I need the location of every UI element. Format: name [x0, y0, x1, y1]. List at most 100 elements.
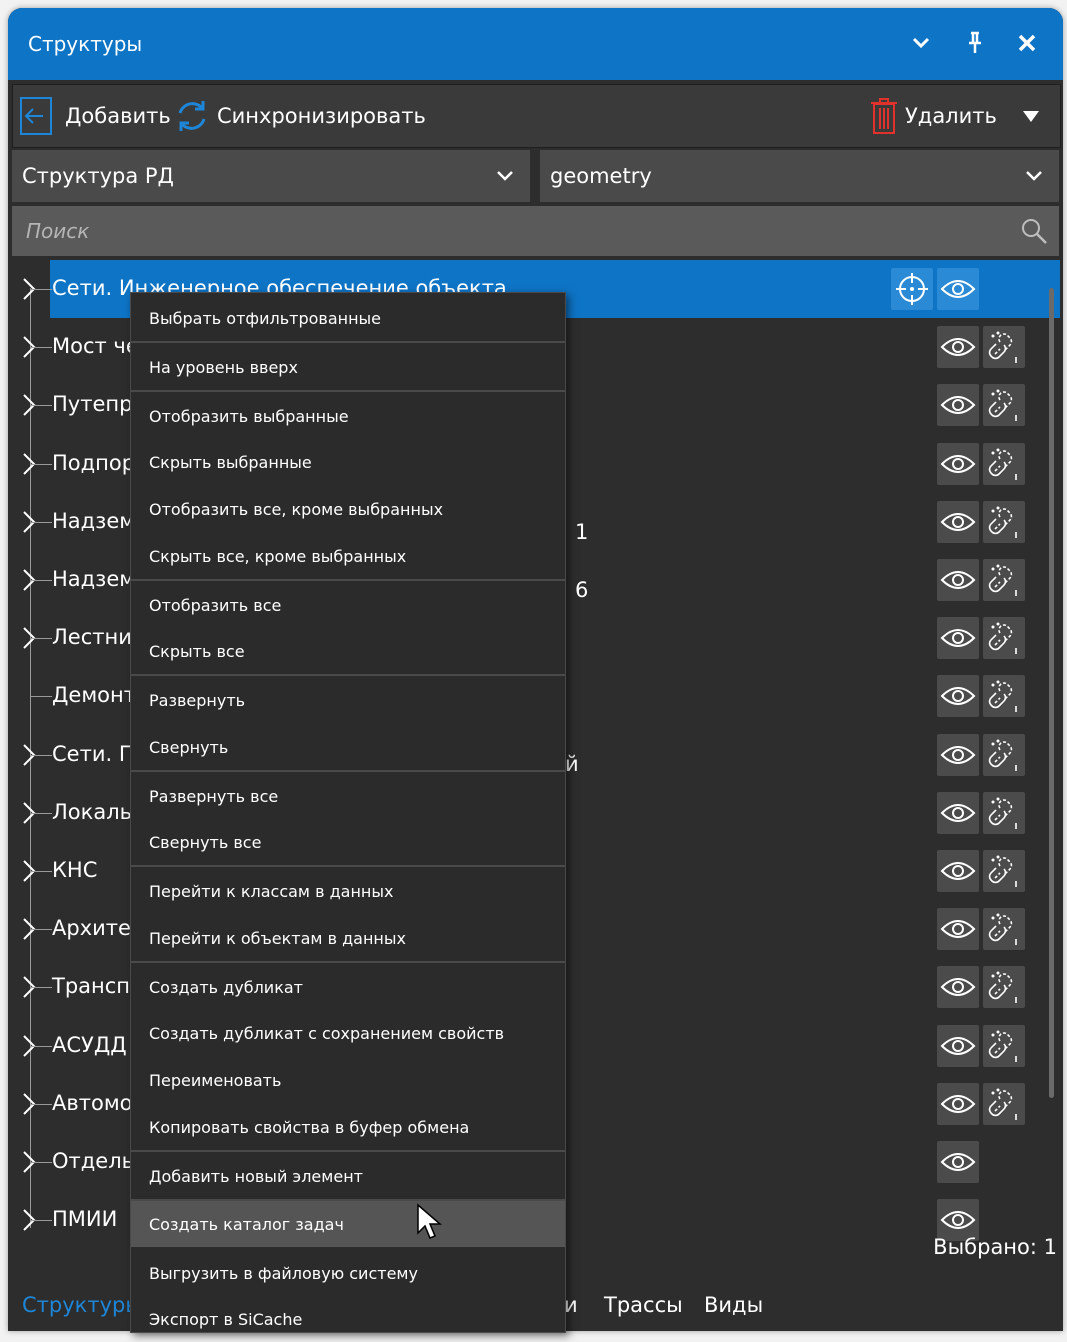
link-button[interactable]	[983, 443, 1025, 485]
context-menu-item[interactable]: Перейти к объектам в данных	[131, 915, 565, 961]
toolbar-menu-button[interactable]	[1021, 95, 1041, 137]
visibility-toggle[interactable]	[937, 908, 979, 950]
focus-button[interactable]	[891, 268, 933, 310]
scrollbar[interactable]	[1049, 288, 1054, 1098]
tree-branch-line	[30, 871, 52, 872]
link-button[interactable]	[983, 559, 1025, 601]
collapse-button[interactable]	[906, 26, 936, 60]
context-menu-item[interactable]: Свернуть все	[131, 819, 565, 865]
context-menu-item[interactable]: Отобразить выбранные	[131, 393, 565, 439]
link-button[interactable]	[983, 675, 1025, 717]
link-button[interactable]	[983, 384, 1025, 426]
context-menu-item[interactable]: Добавить новый элемент	[131, 1153, 565, 1199]
geometry-select[interactable]: geometry	[540, 150, 1059, 202]
context-menu-item-label: Создать дубликат с сохранением свойств	[149, 1024, 505, 1043]
context-menu-item[interactable]: Свернуть	[131, 724, 565, 770]
tab-routes[interactable]: Трассы	[604, 1293, 683, 1317]
link-button[interactable]	[983, 966, 1025, 1008]
triangle-down-icon	[1023, 111, 1039, 122]
link-button[interactable]	[983, 734, 1025, 776]
delete-button[interactable]: Удалить	[869, 95, 997, 137]
visibility-toggle[interactable]	[937, 501, 979, 543]
tree-row-label: Архите	[52, 916, 131, 940]
context-menu-item[interactable]: Скрыть выбранные	[131, 439, 565, 485]
context-menu-item-label: Перейти к объектам в данных	[149, 929, 406, 948]
menu-separator	[131, 341, 565, 343]
context-menu-item[interactable]: Отобразить все	[131, 582, 565, 628]
context-menu-item[interactable]: Перейти к классам в данных	[131, 868, 565, 914]
tree-branch-line	[30, 1220, 52, 1221]
context-menu-item[interactable]: Отобразить все, кроме выбранных	[131, 486, 565, 532]
row-label-tail: 1	[575, 520, 589, 544]
search-input[interactable]: Поиск	[12, 206, 1059, 256]
link-button[interactable]	[983, 1083, 1025, 1125]
context-menu-item-label: Добавить новый элемент	[149, 1167, 363, 1186]
tree-branch-line	[30, 929, 52, 930]
add-button[interactable]: Добавить	[17, 95, 171, 137]
link-button[interactable]	[983, 908, 1025, 950]
visibility-toggle[interactable]	[937, 966, 979, 1008]
link-button[interactable]	[983, 326, 1025, 368]
tree-row-label: Отдель	[52, 1149, 135, 1173]
visibility-toggle[interactable]	[937, 617, 979, 659]
link-button[interactable]	[983, 501, 1025, 543]
visibility-toggle[interactable]	[937, 734, 979, 776]
link-button[interactable]	[983, 617, 1025, 659]
tree-branch-line	[30, 1104, 52, 1105]
context-menu-item-label: Выгрузить в файловую систему	[149, 1264, 418, 1283]
visibility-toggle[interactable]	[937, 792, 979, 834]
pin-button[interactable]	[960, 26, 990, 60]
tree-row-label: Демонт	[52, 683, 136, 707]
tab-partial[interactable]: и	[564, 1293, 578, 1317]
context-menu-item[interactable]: Переименовать	[131, 1057, 565, 1103]
trash-icon	[871, 98, 897, 134]
context-menu-item[interactable]: Развернуть	[131, 677, 565, 723]
link-icon	[988, 971, 1017, 1003]
visibility-toggle[interactable]	[937, 1025, 979, 1067]
tree-branch-line	[30, 464, 52, 465]
link-button[interactable]	[983, 792, 1025, 834]
visibility-toggle[interactable]	[937, 1141, 979, 1183]
structure-select[interactable]: Структура РД	[12, 150, 530, 202]
context-menu-item-label: Перейти к классам в данных	[149, 882, 394, 901]
close-button[interactable]	[1012, 26, 1042, 60]
eye-icon	[940, 629, 976, 647]
context-menu-item[interactable]: Развернуть все	[131, 773, 565, 819]
tree-branch-line	[30, 813, 52, 814]
tree-row-label: Надзем	[52, 567, 136, 591]
context-menu-item[interactable]: Копировать свойства в буфер обмена	[131, 1104, 565, 1150]
row-label-tail: 6	[575, 578, 589, 602]
tab-structures[interactable]: Структуры	[22, 1293, 142, 1317]
visibility-toggle[interactable]	[937, 268, 979, 310]
visibility-toggle[interactable]	[937, 384, 979, 426]
visibility-toggle[interactable]	[937, 326, 979, 368]
context-menu-item[interactable]: Скрыть все, кроме выбранных	[131, 533, 565, 579]
context-menu-item-label: На уровень вверх	[149, 358, 298, 377]
close-icon	[1018, 34, 1036, 52]
sync-button[interactable]: Синхронизировать	[173, 95, 426, 137]
visibility-toggle[interactable]	[937, 850, 979, 892]
visibility-toggle[interactable]	[937, 443, 979, 485]
context-menu-item[interactable]: Создать каталог задач	[131, 1201, 565, 1247]
eye-icon	[940, 862, 976, 880]
context-menu-item[interactable]: Создать дубликат с сохранением свойств	[131, 1010, 565, 1056]
menu-separator	[131, 961, 565, 963]
link-button[interactable]	[983, 1025, 1025, 1067]
eye-icon	[940, 280, 976, 298]
context-menu-item[interactable]: Экспорт в SiCache	[131, 1296, 565, 1342]
context-menu-item-label: Свернуть все	[149, 833, 262, 852]
context-menu-item[interactable]: Создать дубликат	[131, 964, 565, 1010]
context-menu-item[interactable]: На уровень вверх	[131, 344, 565, 390]
tree-row-label: КНС	[52, 858, 98, 882]
context-menu-item[interactable]: Скрыть все	[131, 628, 565, 674]
link-button[interactable]	[983, 850, 1025, 892]
context-menu-item[interactable]: Выбрать отфильтрованные	[131, 295, 565, 341]
tree-row-label: Подпор	[52, 451, 136, 475]
link-icon	[988, 739, 1017, 771]
visibility-toggle[interactable]	[937, 559, 979, 601]
visibility-toggle[interactable]	[937, 1083, 979, 1125]
visibility-toggle[interactable]	[937, 675, 979, 717]
menu-separator	[131, 390, 565, 392]
tab-views[interactable]: Виды	[704, 1293, 763, 1317]
context-menu-item[interactable]: Выгрузить в файловую систему	[131, 1250, 565, 1296]
